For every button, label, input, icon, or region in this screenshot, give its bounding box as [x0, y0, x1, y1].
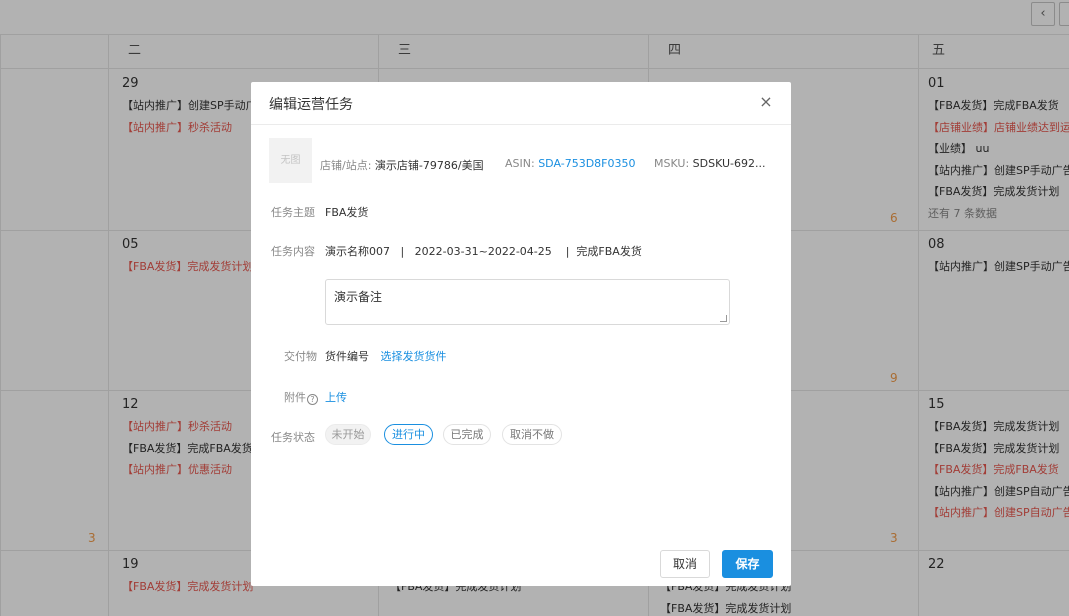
- status-completed[interactable]: 已完成: [443, 424, 491, 445]
- cancel-button[interactable]: 取消: [660, 550, 710, 578]
- status-cancelled[interactable]: 取消不做: [502, 424, 562, 445]
- subject-label: 任务主题: [271, 206, 315, 219]
- deliverable-value: 货件编号 选择发货货件: [325, 348, 447, 364]
- asin-info: ASIN: SDA-753D8F0350: [505, 157, 636, 170]
- asin-label: ASIN:: [505, 157, 535, 170]
- remark-textarea[interactable]: 演示备注: [325, 279, 730, 325]
- product-thumbnail: 无图: [269, 138, 312, 183]
- content-value: 演示名称007 | 2022-03-31~2022-04-25 | 完成FBA发…: [325, 245, 642, 258]
- dialog-header: 编辑运营任务 ×: [251, 82, 791, 125]
- store-value: 演示店铺-79786/美国: [374, 159, 484, 172]
- attachment-label-row: 附件?: [284, 389, 318, 405]
- deliverable-text: 货件编号: [325, 350, 369, 363]
- status-in-progress[interactable]: 进行中: [384, 424, 433, 445]
- content-label: 任务内容: [271, 245, 315, 258]
- resize-handle-icon[interactable]: [720, 315, 727, 322]
- save-button[interactable]: 保存: [722, 550, 773, 578]
- status-not-started[interactable]: 未开始: [325, 424, 371, 445]
- select-shipment-link[interactable]: 选择发货货件: [381, 350, 447, 363]
- msku-info: MSKU: SDSKU-692...: [654, 157, 766, 170]
- msku-label: MSKU:: [654, 157, 690, 170]
- edit-task-dialog: 编辑运营任务 × 无图 店铺/站点: 演示店铺-79786/美国 ASIN: S…: [251, 82, 791, 586]
- store-label: 店铺/站点:: [320, 159, 372, 172]
- dialog-title: 编辑运营任务: [269, 97, 353, 113]
- asin-link[interactable]: SDA-753D8F0350: [538, 157, 635, 170]
- help-icon[interactable]: ?: [307, 394, 318, 405]
- msku-value: SDSKU-692...: [692, 157, 766, 170]
- attachment-label: 附件: [284, 391, 306, 404]
- close-icon[interactable]: ×: [757, 93, 775, 111]
- deliverable-label: 交付物: [284, 350, 317, 363]
- store-info: 店铺/站点: 演示店铺-79786/美国: [320, 157, 484, 173]
- upload-link[interactable]: 上传: [325, 389, 347, 405]
- subject-value: FBA发货: [325, 206, 369, 219]
- status-label: 任务状态: [271, 431, 315, 444]
- remark-text: 演示备注: [334, 290, 383, 304]
